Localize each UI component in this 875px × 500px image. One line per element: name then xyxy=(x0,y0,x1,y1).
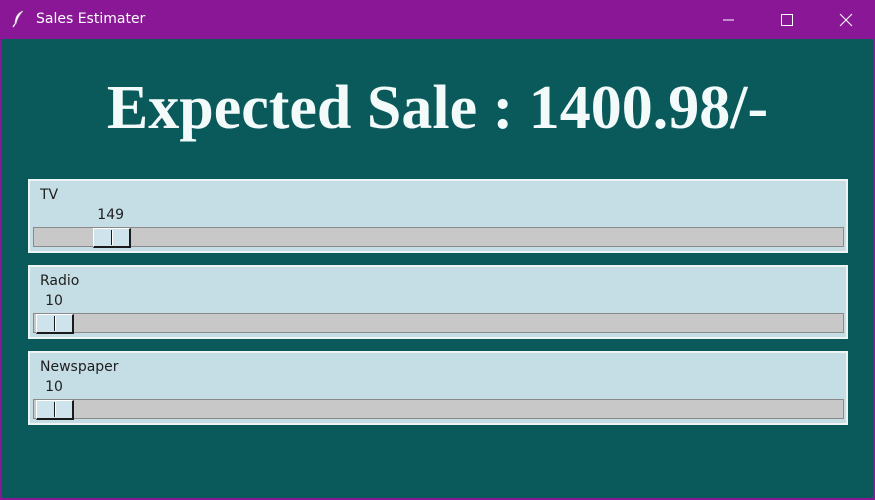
radio-slider-label: Radio xyxy=(40,273,80,289)
window-title: Sales Estimater xyxy=(36,11,146,27)
radio-slider-thumb[interactable] xyxy=(36,314,74,334)
feather-icon xyxy=(11,10,27,28)
app-window: Sales Estimater Expected Sale : 1400.98/… xyxy=(0,0,875,500)
tv-slider-thumb[interactable] xyxy=(92,228,131,248)
newspaper-slider-thumb[interactable] xyxy=(36,400,74,420)
newspaper-slider-value: 10 xyxy=(45,379,63,395)
close-button[interactable] xyxy=(817,0,875,39)
radio-slider-panel: Radio 10 xyxy=(28,265,848,339)
close-icon xyxy=(839,13,853,27)
minimize-button[interactable] xyxy=(700,0,758,39)
title-bar[interactable]: Sales Estimater xyxy=(0,0,875,39)
maximize-icon xyxy=(781,14,793,26)
maximize-button[interactable] xyxy=(758,0,816,39)
tv-slider-label: TV xyxy=(40,187,59,203)
tv-slider-value: 149 xyxy=(97,207,125,223)
minimize-icon xyxy=(723,19,734,21)
tv-slider-panel: TV 149 xyxy=(28,179,848,253)
newspaper-slider-label: Newspaper xyxy=(40,359,119,375)
radio-slider-trough[interactable] xyxy=(33,313,844,334)
newspaper-slider-panel: Newspaper 10 xyxy=(28,351,848,425)
radio-slider-value: 10 xyxy=(45,293,63,309)
expected-sale-heading: Expected Sale : 1400.98/- xyxy=(106,74,769,142)
tv-slider-trough[interactable] xyxy=(33,227,844,248)
client-area: Expected Sale : 1400.98/- TV 149 Radio 1… xyxy=(2,39,873,498)
newspaper-slider-trough[interactable] xyxy=(33,399,844,420)
